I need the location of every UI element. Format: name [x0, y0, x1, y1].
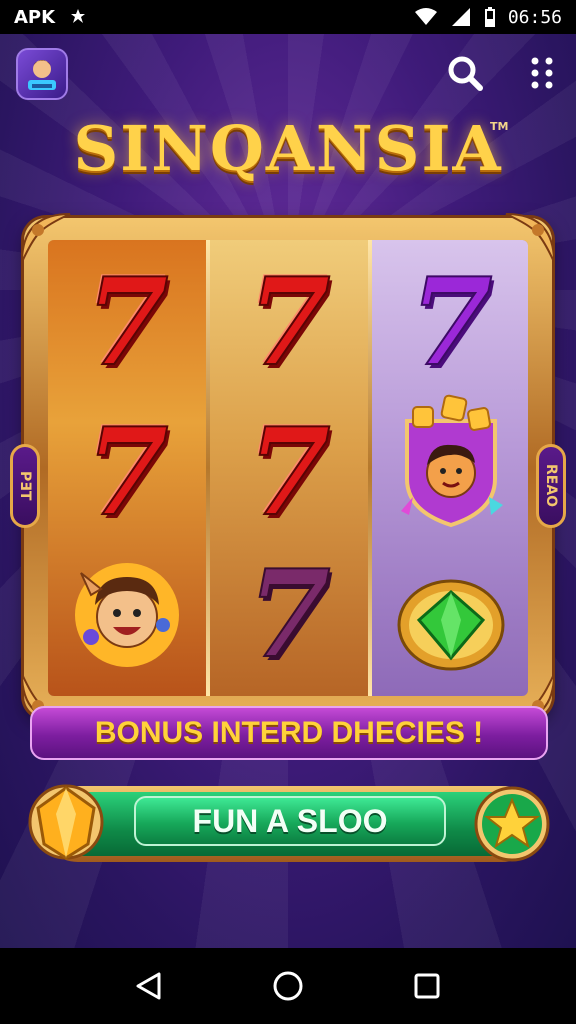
reel-symbol-purple-seven: 7 [408, 252, 493, 393]
search-icon [448, 56, 483, 91]
cartoon-character-icon [75, 563, 179, 667]
character-icon [28, 60, 56, 90]
green-gem-icon [397, 579, 505, 671]
game-app-icon[interactable] [16, 48, 68, 100]
status-app-label: APK [14, 6, 56, 28]
trademark-mark: TM [490, 120, 509, 133]
left-paytable-tab[interactable]: PƎT [10, 444, 40, 528]
bonus-banner-text: BONUS INTERD DHECIES ! [94, 716, 484, 749]
reel-symbol-bonus-badge [386, 394, 516, 528]
recents-button[interactable] [407, 966, 447, 1006]
reel-symbol-green-gem [386, 560, 516, 690]
right-tab-label: REAO [543, 464, 559, 508]
more-vertical-icon [531, 57, 553, 89]
search-button[interactable] [444, 52, 486, 94]
spin-button[interactable]: FUN A SLOO [134, 796, 446, 846]
reel-symbol-character [62, 550, 192, 680]
bonus-banner[interactable]: BONUS INTERD DHECIES ! [30, 706, 548, 760]
bug-icon [71, 9, 86, 23]
wifi-icon [414, 8, 437, 25]
status-right: 06:56 [414, 7, 562, 28]
signal-icon [451, 8, 470, 26]
status-time: 06:56 [507, 6, 562, 28]
bonus-character-badge-icon [401, 394, 503, 528]
status-left: APK [14, 6, 89, 28]
star-icon[interactable] [474, 786, 550, 862]
battery-icon [484, 7, 495, 27]
spin-button-label: FUN A SLOO [192, 802, 388, 839]
navigation-bar [0, 948, 576, 1024]
menu-button[interactable] [522, 52, 562, 94]
back-triangle-icon [136, 972, 161, 1000]
spin-bar: FUN A SLOO [40, 786, 540, 862]
reel-symbol-red-seven: 7 [84, 402, 169, 543]
status-bar: APK 06:56 [0, 0, 576, 34]
right-reward-tab[interactable]: REAO [536, 444, 566, 528]
reel-symbol-red-seven: 7 [84, 252, 169, 393]
left-tab-label: PƎT [17, 471, 33, 501]
slot-machine: 7 7 7 7 7 7 PƎT REAO [10, 213, 566, 723]
reel-symbol-red-seven: 7 [246, 402, 331, 543]
reel-symbol-red-seven: 7 [246, 252, 331, 393]
reel-window: 7 7 7 7 7 7 [48, 240, 528, 696]
reel-symbol-plum-seven: 7 [246, 544, 331, 685]
recents-square-icon [414, 973, 440, 999]
back-button[interactable] [129, 966, 169, 1006]
gold-gem-icon[interactable] [28, 778, 104, 866]
game-screen: SINQANSIA TM 7 7 7 7 7 7 PƎT REAO BONUS … [0, 34, 576, 948]
home-button[interactable] [268, 966, 308, 1006]
home-circle-icon [273, 971, 303, 1001]
